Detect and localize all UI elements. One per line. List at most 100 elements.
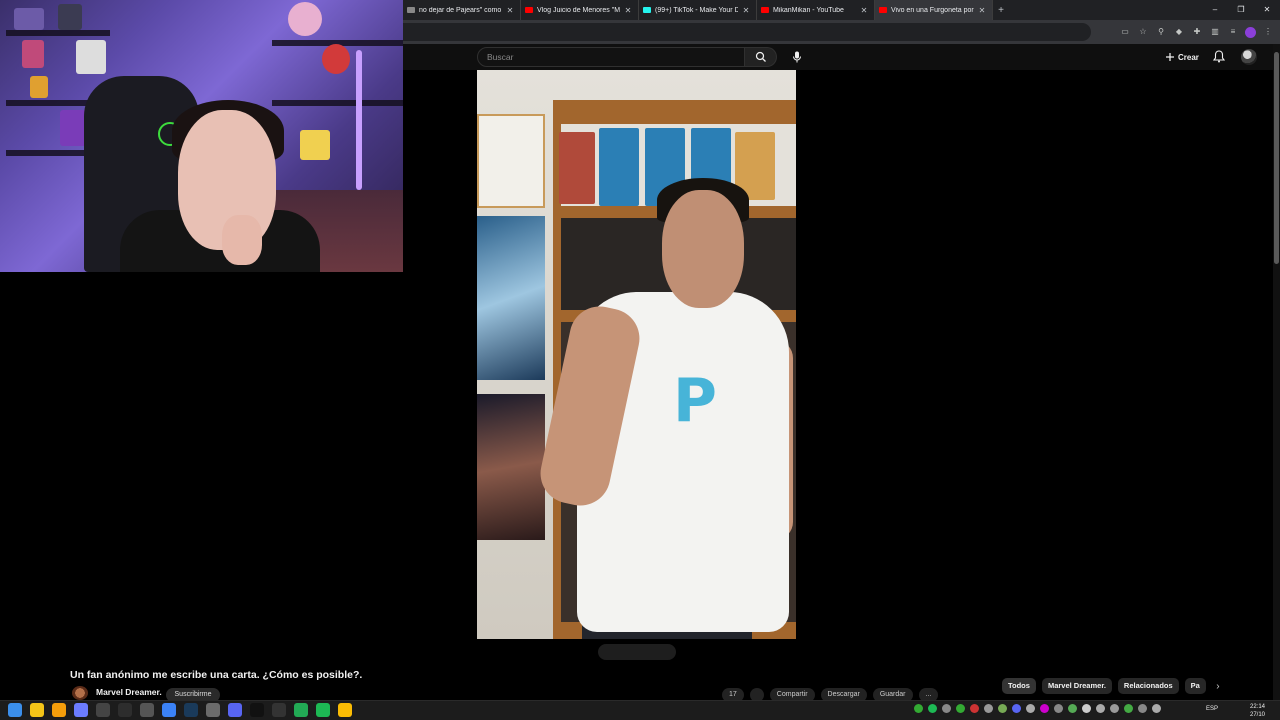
channel-name[interactable]: Marvel Dreamer. xyxy=(96,687,162,697)
youtube-favicon-icon xyxy=(525,7,533,13)
screen: no dejar de Pajears" como ✕ Vlog Juicio … xyxy=(0,0,1280,720)
tray-icon[interactable] xyxy=(1040,704,1049,713)
tray-icon[interactable] xyxy=(970,704,979,713)
toolbar-icons: ▭ ☆ ⚲ ◆ ✚ ▥ ≡ ⋮ xyxy=(1119,20,1274,44)
tray-icon[interactable] xyxy=(928,704,937,713)
short-video-player[interactable]: P xyxy=(477,70,796,639)
edge-icon[interactable] xyxy=(162,703,176,717)
channel-avatar[interactable] xyxy=(72,686,88,700)
bookmark-star-icon[interactable]: ☆ xyxy=(1137,26,1149,38)
search-icon[interactable] xyxy=(52,703,66,717)
account-avatar[interactable] xyxy=(1241,49,1257,65)
tray-icon[interactable] xyxy=(1012,704,1021,713)
tray-icon[interactable] xyxy=(984,704,993,713)
tray-icon[interactable] xyxy=(1138,704,1147,713)
tray-icon[interactable] xyxy=(1082,704,1091,713)
app-v-icon[interactable] xyxy=(74,703,88,717)
chip-related[interactable]: Relacionados xyxy=(1117,678,1179,694)
app-icon[interactable] xyxy=(206,703,220,717)
search-input[interactable]: Buscar xyxy=(477,47,745,67)
maximize-button[interactable]: ❐ xyxy=(1228,0,1254,20)
close-window-button[interactable]: ✕ xyxy=(1254,0,1280,20)
sticky-notes-icon[interactable] xyxy=(30,703,44,717)
tab-favicon-icon xyxy=(407,7,415,13)
new-tab-button[interactable]: + xyxy=(993,5,1009,16)
close-icon[interactable]: ✕ xyxy=(742,6,750,15)
puzzle-icon[interactable]: ✚ xyxy=(1191,26,1203,38)
browser-tab[interactable]: MikanMikan - YouTube ✕ xyxy=(757,0,875,20)
tray-icon[interactable] xyxy=(1068,704,1077,713)
tray-icon[interactable] xyxy=(942,704,951,713)
menu-icon[interactable]: ⋮ xyxy=(1262,26,1274,38)
tray-icon[interactable] xyxy=(1096,704,1105,713)
extension-icon[interactable]: ◆ xyxy=(1173,26,1185,38)
sidebar-icon[interactable]: ▥ xyxy=(1209,26,1221,38)
close-icon[interactable]: ✕ xyxy=(860,6,868,15)
tray-icon[interactable] xyxy=(1152,704,1161,713)
collectible xyxy=(58,4,82,30)
app-icon[interactable] xyxy=(272,703,286,717)
shirt-logo: P xyxy=(673,366,717,436)
app-icon[interactable] xyxy=(140,703,154,717)
tiktok-favicon-icon xyxy=(643,7,651,13)
system-clock[interactable]: 22:14 27/10 xyxy=(1250,703,1265,719)
minimize-button[interactable]: – xyxy=(1202,0,1228,20)
tray-icon[interactable] xyxy=(956,704,965,713)
app-ek-icon[interactable] xyxy=(96,703,110,717)
plus-icon xyxy=(1166,53,1174,61)
browser-tab[interactable]: no dejar de Pajears" como ✕ xyxy=(403,0,521,20)
collectible xyxy=(14,8,44,30)
search-button[interactable] xyxy=(745,47,777,67)
tray-icon[interactable] xyxy=(1110,704,1119,713)
notifications-button[interactable] xyxy=(1212,50,1226,68)
youtube-favicon-icon xyxy=(879,7,887,13)
reading-list-icon[interactable]: ≡ xyxy=(1227,26,1239,38)
tray-icon[interactable] xyxy=(1054,704,1063,713)
browser-tab-active[interactable]: Vivo en una Furgoneta por culp ✕ xyxy=(875,0,993,20)
spotify-icon[interactable] xyxy=(316,703,330,717)
scrollbar-thumb[interactable] xyxy=(1274,52,1279,264)
app-icon[interactable] xyxy=(118,703,132,717)
close-icon[interactable]: ✕ xyxy=(978,6,986,15)
create-label: Crear xyxy=(1178,52,1199,62)
framed-drawing xyxy=(477,114,545,208)
tray-icon[interactable] xyxy=(914,704,923,713)
app-icon[interactable] xyxy=(294,703,308,717)
discord-icon[interactable] xyxy=(228,703,242,717)
tab-title: (99+) TikTok - Make Your Day xyxy=(655,6,738,14)
close-icon[interactable]: ✕ xyxy=(506,6,514,15)
microphone-icon xyxy=(793,51,801,63)
books xyxy=(559,132,595,204)
close-icon[interactable]: ✕ xyxy=(624,6,632,15)
window-controls: – ❐ ✕ xyxy=(1202,0,1280,20)
tray-icon[interactable] xyxy=(1026,704,1035,713)
tiktok-icon[interactable] xyxy=(250,703,264,717)
chrome-icon[interactable] xyxy=(338,703,352,717)
language-indicator[interactable]: ESP xyxy=(1206,706,1218,712)
chip-partial[interactable]: Pa xyxy=(1184,678,1206,694)
extension-icon[interactable]: ⚲ xyxy=(1155,26,1167,38)
collectible xyxy=(30,76,48,98)
action-figure-box xyxy=(599,128,639,206)
browser-tab-bar: no dejar de Pajears" como ✕ Vlog Juicio … xyxy=(403,0,1280,20)
browser-tab[interactable]: Vlog Juicio de Menores "Me Cae ✕ xyxy=(521,0,639,20)
tray-icon[interactable] xyxy=(998,704,1007,713)
tray-icon[interactable] xyxy=(1124,704,1133,713)
create-button[interactable]: Crear xyxy=(1165,48,1199,66)
address-bar[interactable] xyxy=(403,23,1091,41)
collectible xyxy=(76,40,106,74)
start-icon[interactable] xyxy=(8,703,22,717)
steam-icon[interactable] xyxy=(184,703,198,717)
install-icon[interactable]: ▭ xyxy=(1119,26,1131,38)
chip-todos[interactable]: Todos xyxy=(1002,678,1036,694)
browser-tab[interactable]: (99+) TikTok - Make Your Day ✕ xyxy=(639,0,757,20)
video-progress-pill[interactable] xyxy=(598,644,676,660)
chevron-right-icon[interactable]: › xyxy=(1212,681,1224,692)
profile-avatar[interactable] xyxy=(1245,26,1256,38)
plush-toy xyxy=(322,44,350,74)
clock-time: 22:14 xyxy=(1250,704,1266,710)
chip-channel[interactable]: Marvel Dreamer. xyxy=(1041,678,1112,694)
poster-star-wars xyxy=(477,394,545,540)
voice-search-button[interactable] xyxy=(787,47,807,67)
windows-taskbar: ESP 22:14 27/10 xyxy=(0,700,1280,720)
